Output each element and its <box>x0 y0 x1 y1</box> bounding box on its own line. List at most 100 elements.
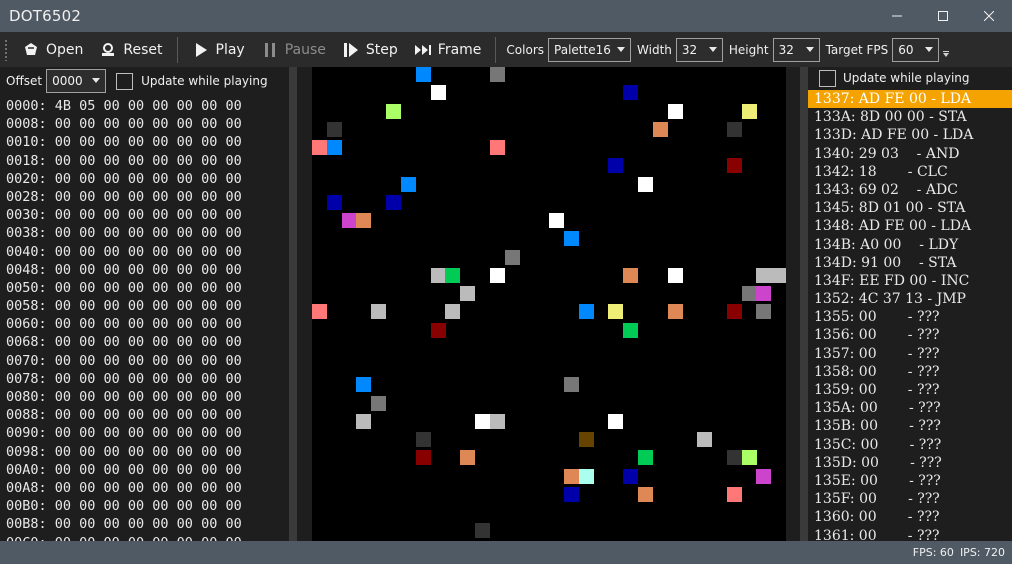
memory-row: 0060: 00 00 00 00 00 00 00 00 <box>6 316 242 333</box>
colors-label: Colors <box>506 42 545 57</box>
disasm-row[interactable]: 135D: 00 - ??? <box>808 454 1012 472</box>
disassembly-list: 1337: AD FE 00 - LDA 133A: 8D 00 00 - STA… <box>808 90 1012 541</box>
disasm-row[interactable]: 1343: 69 02 - ADC <box>808 181 1012 199</box>
disasm-row[interactable]: 135A: 00 - ??? <box>808 399 1012 417</box>
disasm-row[interactable]: 1355: 00 - ??? <box>808 308 1012 326</box>
screen-pixel <box>578 468 594 484</box>
disasm-left-scrollbar[interactable] <box>800 67 808 541</box>
screen-pixel <box>667 267 683 283</box>
screen-pixel <box>726 158 742 174</box>
memory-panel: Offset 0000 Update while playing 0000: 4… <box>0 67 290 541</box>
reset-label: Reset <box>123 41 163 58</box>
screen-pixel <box>756 304 772 320</box>
offset-select-value: 0000 <box>52 74 83 88</box>
disasm-row[interactable]: 1358: 00 - ??? <box>808 363 1012 381</box>
reset-button[interactable]: Reset <box>91 36 170 64</box>
title-bar: DOT6502 <box>0 0 1012 32</box>
screen-pixel <box>460 286 476 301</box>
close-icon <box>984 11 994 21</box>
disasm-update-checkbox[interactable] <box>819 69 836 87</box>
screen-pixel <box>489 140 505 155</box>
screen-pixel <box>637 486 653 502</box>
disasm-row[interactable]: 1352: 4C 37 13 - JMP <box>808 290 1012 308</box>
memory-row: 0080: 00 00 00 00 00 00 00 00 <box>6 389 242 405</box>
memory-row: 0050: 00 00 00 00 00 00 00 00 <box>6 279 242 296</box>
memory-scrollbar[interactable] <box>289 67 297 541</box>
frame-button[interactable]: Frame <box>406 36 490 64</box>
screen-pixel <box>312 304 327 320</box>
disasm-row[interactable]: 1340: 29 03 - AND <box>808 145 1012 163</box>
screen-pixel <box>415 432 431 447</box>
memory-update-checkbox[interactable] <box>116 72 134 90</box>
memory-row: 0058: 00 00 00 00 00 00 00 00 <box>6 298 242 315</box>
disasm-row-current[interactable]: 1337: AD FE 00 - LDA <box>808 90 1012 109</box>
disasm-row[interactable]: 1357: 00 - ??? <box>808 345 1012 363</box>
toolbar-separator <box>495 36 497 63</box>
screen-pixel <box>386 103 402 119</box>
toolbar-grip[interactable] <box>4 38 8 61</box>
disasm-row[interactable]: 1356: 00 - ??? <box>808 326 1012 344</box>
disasm-row[interactable]: 1361: 00 - ??? <box>808 527 1012 542</box>
screen-pixel <box>726 486 742 502</box>
width-select[interactable]: 32 <box>675 37 723 62</box>
screen-pixel <box>563 231 579 247</box>
colors-select[interactable]: Palette16 <box>548 37 632 62</box>
screen-pixel <box>489 267 505 283</box>
memory-row: 00C0: 00 00 00 00 00 00 00 00 <box>0 534 290 542</box>
disasm-row[interactable]: 135E: 00 - ??? <box>808 472 1012 490</box>
screen-pixel <box>623 267 639 283</box>
open-button[interactable]: Open <box>14 36 91 64</box>
screen-pixel <box>756 286 772 301</box>
disasm-row[interactable]: 134D: 91 00 - STA <box>808 254 1012 272</box>
memory-update-label: Update while playing <box>141 74 268 88</box>
maximize-button[interactable] <box>920 0 966 32</box>
disasm-row[interactable]: 135C: 00 - ??? <box>808 436 1012 454</box>
disasm-row[interactable]: 133A: 8D 00 00 - STA <box>808 108 1012 126</box>
disasm-row[interactable]: 1360: 00 - ??? <box>808 508 1012 526</box>
step-button[interactable]: Step <box>334 36 406 64</box>
toolbar-overflow-button[interactable] <box>941 40 951 60</box>
screen-pixel <box>608 158 624 174</box>
disasm-row[interactable]: 1348: AD FE 00 - LDA <box>808 217 1012 235</box>
disasm-row[interactable]: 134B: A0 00 - LDY <box>808 236 1012 254</box>
screen-pixel <box>623 85 639 101</box>
screen-pixel <box>326 194 342 210</box>
memory-row: 0018: 00 00 00 00 00 00 00 00 <box>6 152 242 169</box>
memory-row: 0020: 00 00 00 00 00 00 00 00 <box>6 170 242 187</box>
screen-pixel <box>563 486 579 502</box>
close-button[interactable] <box>966 0 1012 32</box>
screen-pixel <box>741 103 757 119</box>
disasm-row[interactable]: 135B: 00 - ??? <box>808 417 1012 435</box>
screen-pixel <box>667 103 683 119</box>
display-screen <box>312 67 786 541</box>
disasm-row[interactable]: 133D: AD FE 00 - LDA <box>808 126 1012 144</box>
disasm-row[interactable]: 1342: 18 - CLC <box>808 163 1012 181</box>
disasm-row[interactable]: 135F: 00 - ??? <box>808 490 1012 508</box>
screen-pixel <box>356 213 372 228</box>
screen-pixel <box>415 450 431 466</box>
play-button[interactable]: Play <box>184 36 253 64</box>
screen-pixel <box>726 450 742 466</box>
screen-pixel <box>549 213 564 228</box>
disasm-options: Update while playing <box>808 67 1012 89</box>
disasm-row[interactable]: 134F: EE FD 00 - INC <box>808 272 1012 290</box>
memory-row: 0028: 00 00 00 00 00 00 00 00 <box>6 188 242 205</box>
minimize-button[interactable] <box>874 0 920 32</box>
height-select[interactable]: 32 <box>772 37 820 62</box>
pause-button[interactable]: Pause <box>253 36 334 64</box>
disasm-row[interactable]: 1359: 00 - ??? <box>808 381 1012 399</box>
minimize-icon <box>892 15 902 17</box>
window-controls <box>874 0 1012 32</box>
play-label: Play <box>215 41 245 58</box>
offset-select[interactable]: 0000 <box>46 69 107 93</box>
step-label: Step <box>365 41 398 58</box>
disasm-row[interactable]: 1345: 8D 01 00 - STA <box>808 199 1012 217</box>
fps-select[interactable]: 60 <box>892 37 940 62</box>
screen-pixel <box>726 121 742 137</box>
memory-row: 0090: 00 00 00 00 00 00 00 00 <box>6 425 242 442</box>
disassembly-panel: Update while playing 1337: AD FE 00 - LD… <box>808 67 1012 541</box>
screen-pixel <box>771 267 786 283</box>
screen-pixel <box>400 176 416 192</box>
pause-label: Pause <box>284 41 326 58</box>
screen-pixel <box>563 377 579 393</box>
